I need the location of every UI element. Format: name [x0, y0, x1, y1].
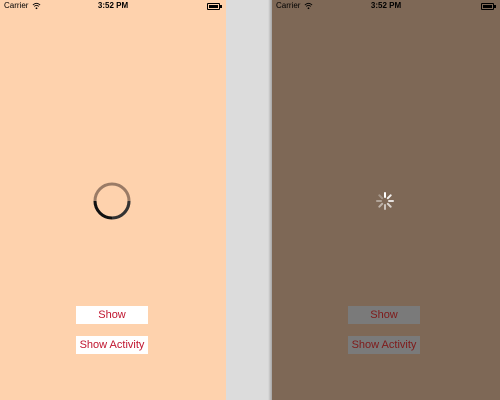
divider — [226, 0, 272, 400]
status-time: 3:52 PM — [370, 1, 402, 10]
battery-icon — [481, 3, 496, 10]
progress-ring-icon — [93, 182, 131, 220]
left-simulator-screen: Carrier 3:52 PM Show Show Activity — [0, 0, 226, 400]
show-button[interactable]: Show — [76, 306, 148, 324]
show-activity-button[interactable]: Show Activity — [76, 336, 148, 354]
battery-icon — [207, 3, 222, 10]
right-simulator-screen: Carrier 3:52 PM Show Show Activity — [272, 0, 500, 400]
activity-spinner-icon — [376, 192, 394, 210]
show-button[interactable]: Show — [348, 306, 420, 324]
show-activity-button[interactable]: Show Activity — [348, 336, 420, 354]
status-bar: Carrier 3:52 PM — [272, 0, 500, 12]
status-time: 3:52 PM — [97, 1, 129, 10]
status-bar: Carrier 3:52 PM — [0, 0, 226, 12]
